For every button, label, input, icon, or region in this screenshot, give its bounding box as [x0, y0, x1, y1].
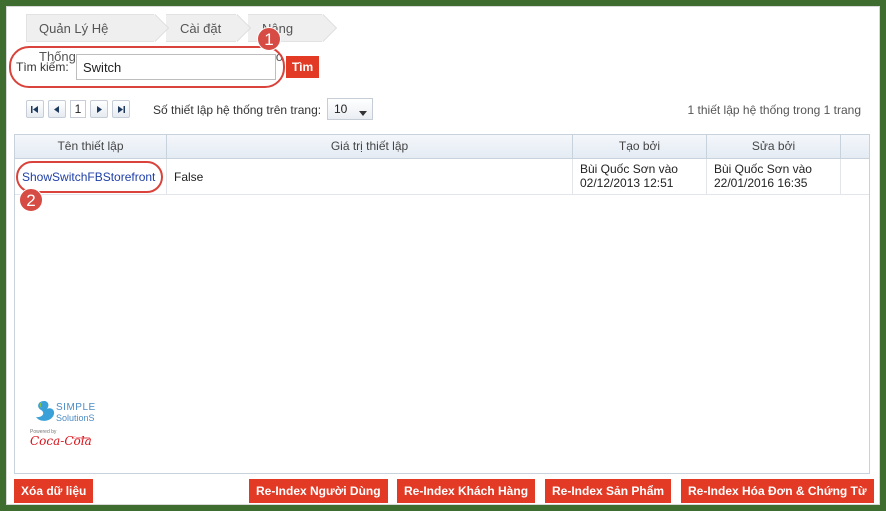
column-header-name[interactable]: Tên thiết lập [15, 135, 167, 158]
search-button[interactable]: Tìm [286, 56, 319, 78]
logo-company: Company [73, 435, 91, 440]
current-page[interactable]: 1 [70, 100, 86, 118]
logo-main-text: SIMPLE [56, 402, 96, 413]
search-label: Tìm kiếm: [16, 60, 69, 74]
column-header-created-by[interactable]: Tạo bởi [573, 135, 707, 158]
reindex-users-button[interactable]: Re-Index Người Dùng [249, 479, 388, 503]
chevron-down-icon [357, 104, 369, 116]
setting-value: False [174, 169, 204, 184]
callout-badge-2: 2 [19, 188, 43, 212]
delete-data-button[interactable]: Xóa dữ liệu [14, 479, 94, 503]
modified-at: 22/01/2016 16:35 [714, 176, 808, 190]
column-header-modified-by[interactable]: Sửa bởi [707, 135, 841, 158]
created-by-cell: Bùi Quốc Sơn vào 02/12/2013 12:51 [573, 159, 707, 194]
link-highlight-ring [16, 161, 163, 193]
breadcrumb-item-settings[interactable]: Cài đặt [166, 14, 251, 42]
column-header-spacer [841, 135, 869, 158]
column-header-value[interactable]: Giá trị thiết lập [167, 135, 573, 158]
modified-by-cell: Bùi Quốc Sơn vào 22/01/2016 16:35 [707, 159, 841, 194]
swan-icon [36, 401, 55, 421]
prev-page-icon[interactable] [48, 100, 66, 118]
first-page-icon[interactable] [26, 100, 44, 118]
logo-sub-text: SolutionS [56, 413, 95, 423]
last-page-icon[interactable] [112, 100, 130, 118]
row-spacer [841, 159, 869, 194]
simple-solutions-logo: SIMPLE SolutionS Powered by Coca-Cola Co… [26, 398, 106, 450]
reindex-customers-button[interactable]: Re-Index Khách Hàng [397, 479, 536, 503]
next-page-icon[interactable] [90, 100, 108, 118]
reindex-products-button[interactable]: Re-Index Sản Phẩm [545, 479, 672, 503]
page-size-label: Số thiết lập hệ thống trên trang: [153, 103, 322, 117]
created-by: Bùi Quốc Sơn vào [580, 162, 678, 176]
callout-badge-1: 1 [257, 27, 281, 51]
pager: 1 [26, 100, 134, 118]
page-size-value: 10 [334, 102, 348, 116]
results-summary: 1 thiết lập hệ thống trong 1 trang [687, 103, 861, 117]
modified-by: Bùi Quốc Sơn vào [714, 162, 812, 176]
table-header: Tên thiết lập Giá trị thiết lập Tạo bởi … [15, 135, 869, 159]
created-at: 02/12/2013 12:51 [580, 176, 674, 190]
setting-value-cell: False [167, 159, 573, 194]
search-input[interactable] [76, 54, 276, 80]
reindex-invoices-button[interactable]: Re-Index Hóa Đơn & Chứng Từ [681, 479, 874, 503]
breadcrumb-item-system[interactable]: Quản Lý Hệ Thống [26, 14, 169, 64]
page-size-select[interactable]: 10 [327, 98, 373, 120]
breadcrumb: Quản Lý Hệ Thống Cài đặt Nâng cao [26, 14, 337, 64]
